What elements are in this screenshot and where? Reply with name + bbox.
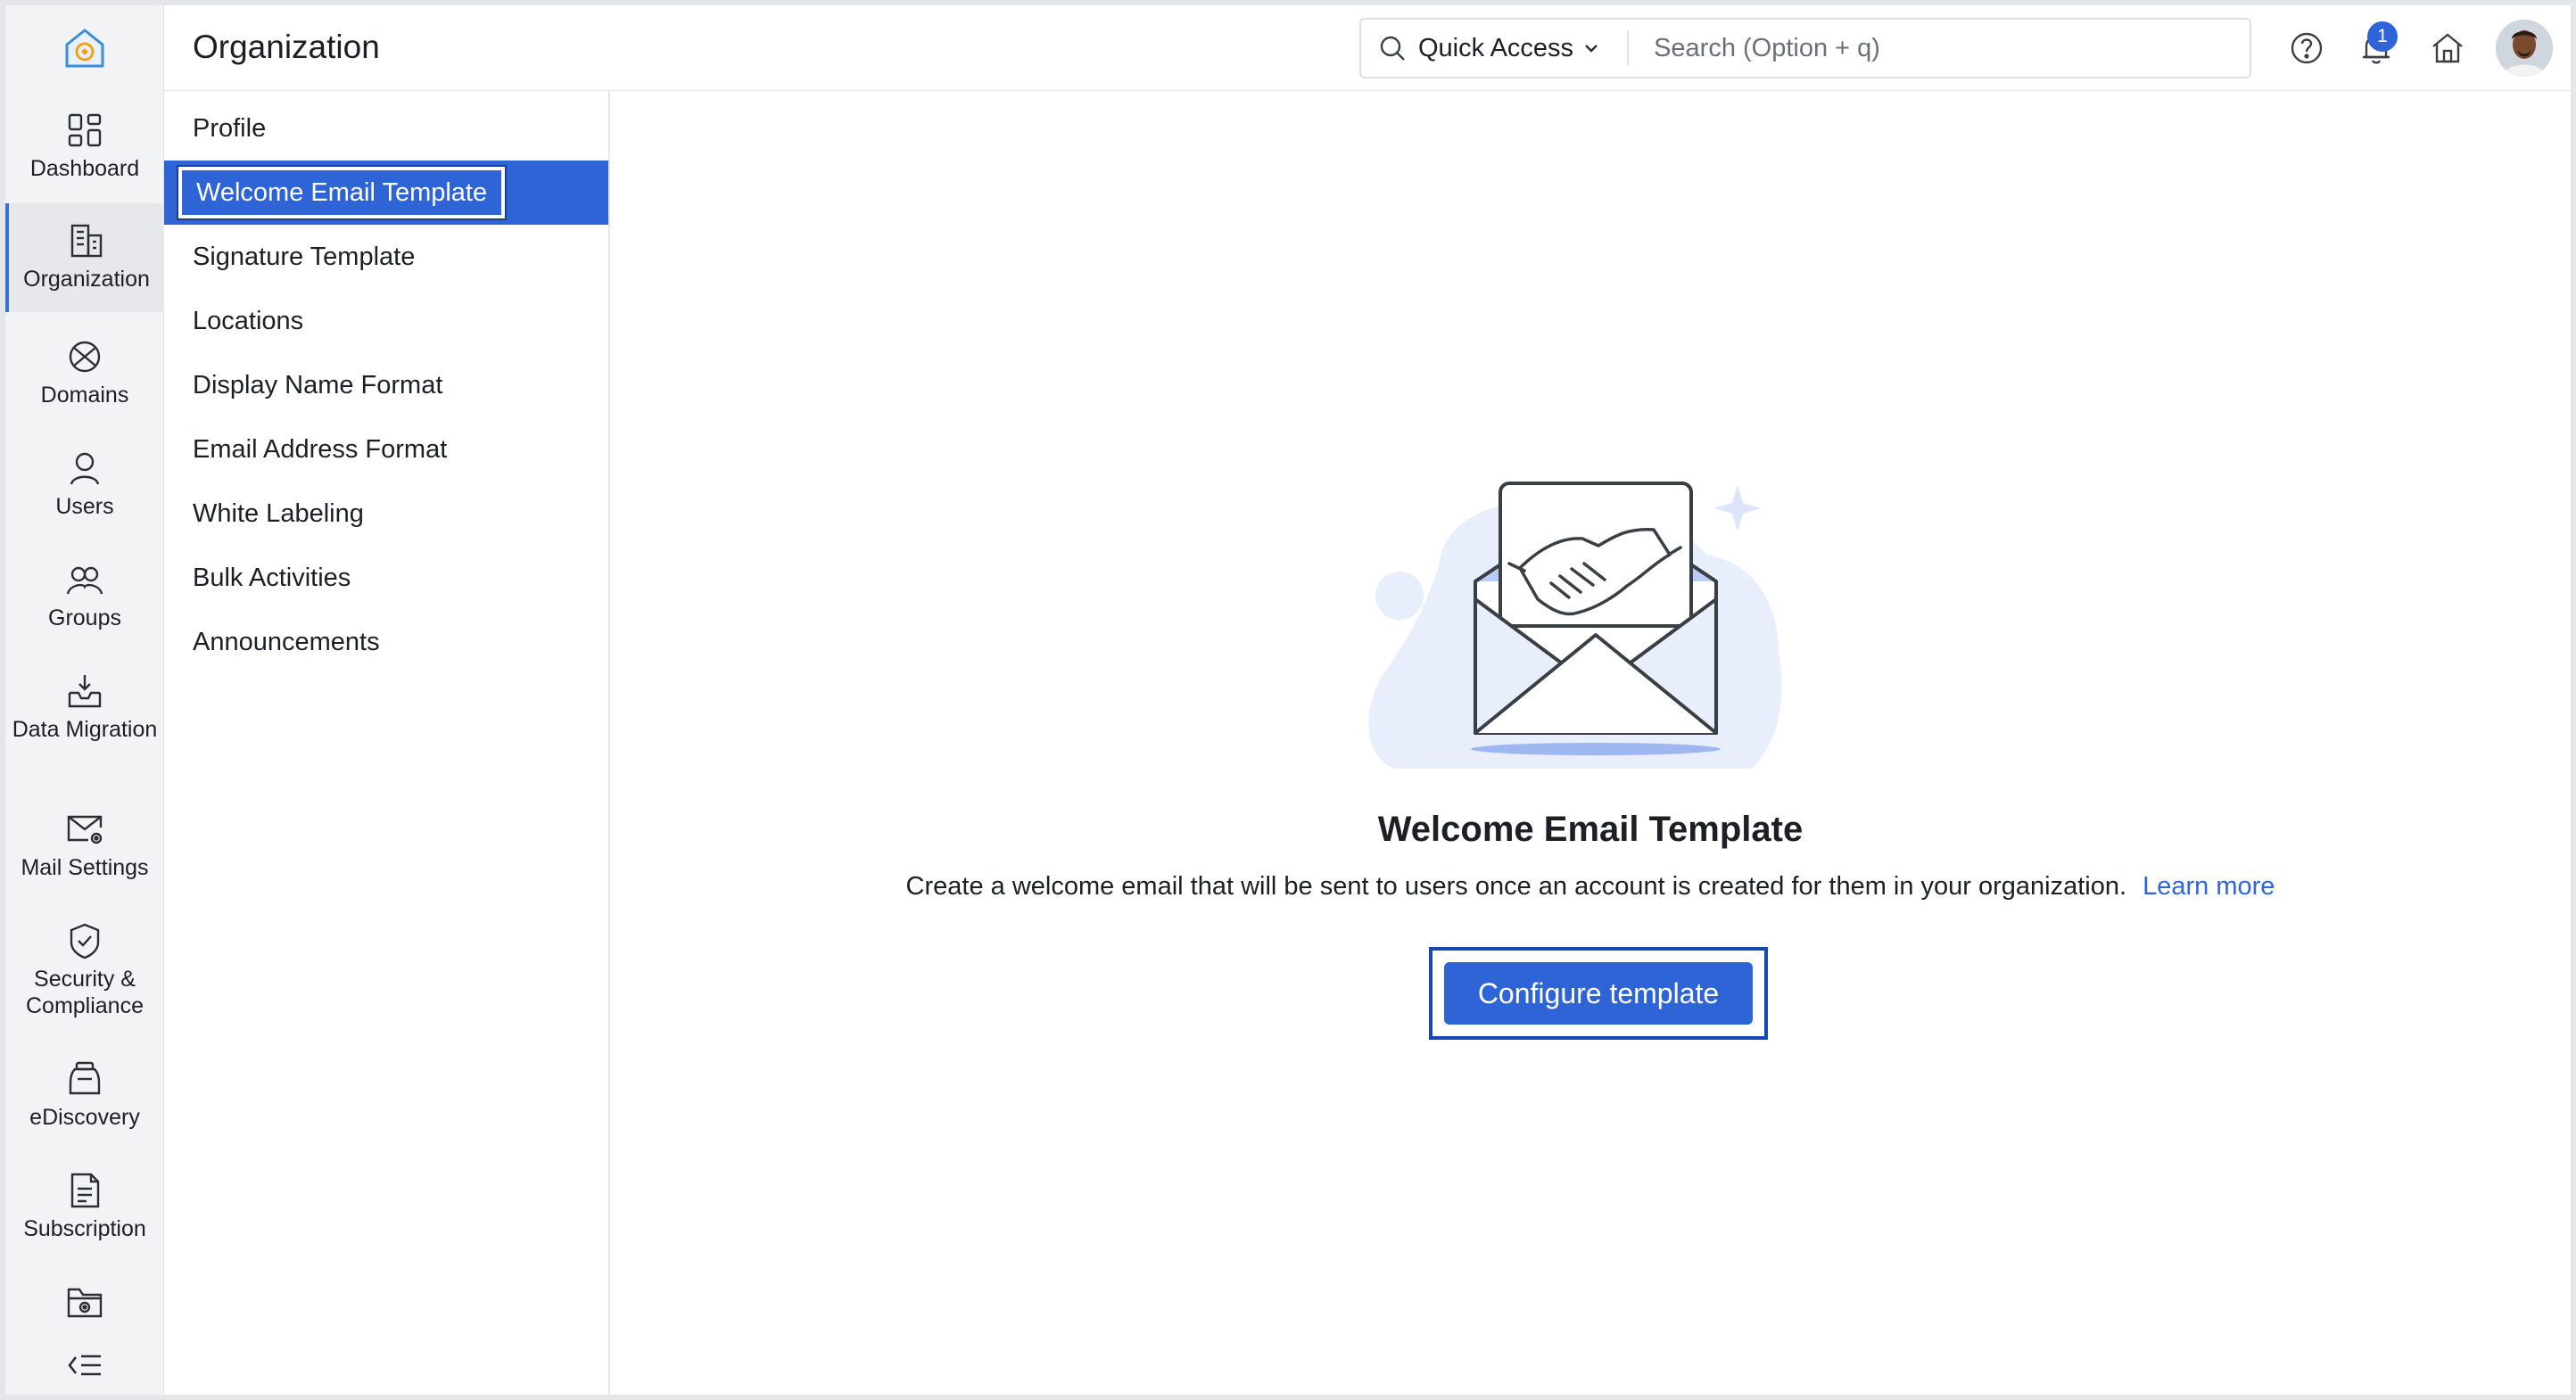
- subnav-item-white-labeling[interactable]: White Labeling: [164, 482, 608, 546]
- home-icon[interactable]: [2428, 29, 2467, 68]
- top-header: Organization Quick Access 1: [164, 5, 2571, 91]
- learn-more-link[interactable]: Learn more: [2143, 872, 2275, 901]
- rail-item-label: Groups: [48, 605, 121, 630]
- rail-item-label: Domains: [40, 383, 129, 408]
- settings-sidebar: Profile Welcome Email Template Signature…: [164, 91, 610, 1395]
- configure-template-focus-ring: Configure template: [1429, 947, 1768, 1040]
- subnav-item-signature-template[interactable]: Signature Template: [164, 225, 608, 289]
- search-icon: [1380, 36, 1405, 61]
- subnav-item-label: Announcements: [193, 628, 380, 656]
- quick-access-label: Quick Access: [1418, 33, 1574, 62]
- subnav-item-label: Bulk Activities: [193, 564, 351, 592]
- rail-item-label: Security & Compliance: [25, 967, 144, 1018]
- user-avatar-icon: [2496, 20, 2553, 77]
- inbox-download-icon: [68, 675, 102, 708]
- subnav-item-label: Display Name Format: [193, 371, 443, 399]
- rail-item-organization[interactable]: Organization: [5, 203, 164, 312]
- rail-item-label: Mail Settings: [21, 855, 149, 880]
- main-content: Welcome Email Template Create a welcome …: [610, 91, 2571, 1395]
- globe-icon: [69, 341, 101, 373]
- separator: [1627, 30, 1630, 66]
- avatar[interactable]: [2496, 20, 2553, 77]
- rail-item-label: Subscription: [23, 1216, 146, 1241]
- rail-item-ediscovery[interactable]: eDiscovery: [5, 1059, 164, 1157]
- section-description: Create a welcome email that will be sent…: [610, 872, 2571, 902]
- subnav-item-bulk-activities[interactable]: Bulk Activities: [164, 546, 608, 610]
- subnav-item-label: Welcome Email Template: [176, 165, 508, 220]
- rail-item-users[interactable]: Users: [5, 449, 164, 547]
- section-heading: Welcome Email Template: [1377, 810, 1804, 849]
- subnav-item-profile[interactable]: Profile: [164, 96, 608, 161]
- subnav-item-locations[interactable]: Locations: [164, 289, 608, 353]
- folder-gear-icon: [67, 1288, 103, 1318]
- user-icon: [70, 452, 100, 485]
- rail-item-groups[interactable]: Groups: [5, 560, 164, 658]
- description-text: Create a welcome email that will be sent…: [905, 872, 2127, 901]
- collapse-menu-icon: [68, 1355, 101, 1376]
- rail-item-dashboard[interactable]: Dashboard: [5, 111, 164, 209]
- app-window: Dashboard Organization Domains Users Gro…: [5, 5, 2571, 1395]
- subnav-item-welcome-email-template[interactable]: Welcome Email Template: [164, 161, 608, 225]
- configure-template-button[interactable]: Configure template: [1444, 962, 1753, 1025]
- welcome-email-illustration: [1368, 482, 1782, 769]
- search-input[interactable]: [1654, 33, 2225, 63]
- rail-item-label: Dashboard: [29, 156, 140, 181]
- shield-check-icon: [70, 923, 100, 959]
- rail-item-security-compliance[interactable]: Security & Compliance: [5, 921, 164, 1028]
- dashboard-icon: [68, 113, 102, 147]
- subnav-item-label: Signature Template: [193, 243, 416, 271]
- page-title: Organization: [193, 29, 380, 65]
- rail-item-more[interactable]: [5, 1282, 164, 1332]
- invoice-icon: [70, 1173, 100, 1208]
- rail-item-mail-settings[interactable]: Mail Settings: [5, 810, 164, 908]
- users-icon: [66, 566, 103, 595]
- building-icon: [70, 224, 103, 258]
- notification-badge: 1: [2367, 21, 2398, 52]
- left-rail: Dashboard Organization Domains Users Gro…: [5, 5, 164, 1395]
- rail-item-label: Users: [55, 494, 114, 519]
- subnav-item-label: White Labeling: [193, 499, 364, 528]
- subnav-item-label: Profile: [193, 114, 267, 143]
- chevron-down-icon: [1585, 45, 1598, 53]
- rail-item-data-migration[interactable]: Data Migration: [5, 671, 164, 778]
- rail-item-domains[interactable]: Domains: [5, 337, 164, 435]
- subnav-item-email-address-format[interactable]: Email Address Format: [164, 417, 608, 482]
- jar-icon: [69, 1061, 101, 1095]
- subnav-item-label: Locations: [193, 307, 304, 335]
- rail-item-label: Data Migration: [12, 717, 158, 742]
- subnav-item-display-name-format[interactable]: Display Name Format: [164, 353, 608, 417]
- subnav-item-announcements[interactable]: Announcements: [164, 610, 608, 674]
- rail-item-label: eDiscovery: [29, 1105, 140, 1130]
- help-icon[interactable]: [2287, 29, 2326, 68]
- collapse-rail-button[interactable]: [5, 1343, 164, 1388]
- subnav-item-label: Email Address Format: [193, 435, 448, 464]
- quick-access-dropdown[interactable]: Quick Access: [1418, 34, 1600, 63]
- logo-icon: [65, 29, 104, 68]
- rail-item-subscription[interactable]: Subscription: [5, 1171, 164, 1269]
- mail-gear-icon: [67, 815, 103, 844]
- rail-item-label: Organization: [23, 267, 150, 292]
- search-bar: Quick Access: [1359, 18, 2251, 78]
- app-logo[interactable]: [5, 5, 164, 91]
